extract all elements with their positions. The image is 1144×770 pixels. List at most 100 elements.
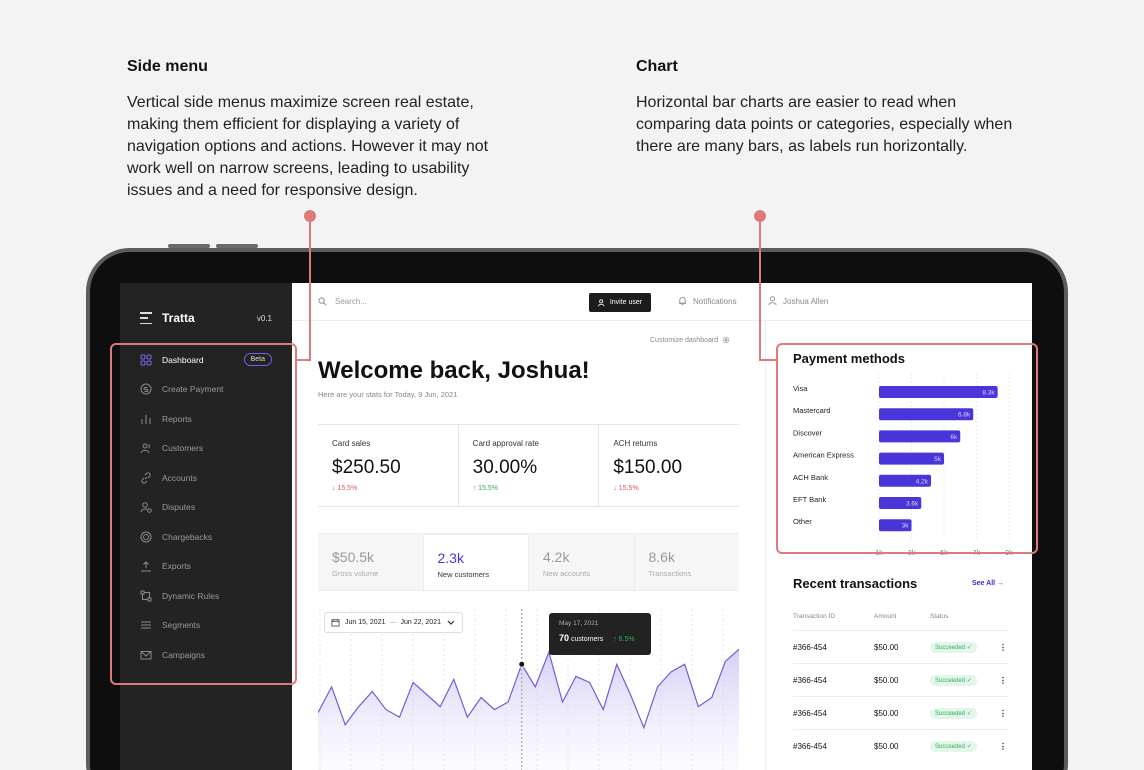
- tab-new-customers[interactable]: 2.3k New customers: [423, 534, 529, 590]
- highlight-point[interactable]: [518, 660, 526, 668]
- section-title: Recent transactions: [793, 576, 918, 591]
- tab-label: New accounts: [543, 569, 591, 578]
- transaction-amount: $50.00: [874, 675, 899, 685]
- area-chart[interactable]: [317, 609, 740, 770]
- date-from: Jun 15, 2021: [345, 619, 386, 626]
- transaction-amount: $50.00: [874, 708, 899, 718]
- callout-dot: [754, 210, 766, 222]
- stat-label: ACH returns: [613, 439, 658, 448]
- tab-value: 4.2k: [543, 549, 570, 565]
- notifications-button[interactable]: Notifications: [678, 296, 737, 306]
- tab-transactions[interactable]: 8.6k Transactions: [634, 534, 739, 590]
- search-icon: [318, 297, 327, 306]
- table-row[interactable]: #366-454 $50.00 Succeeded ✓ ⋮: [793, 729, 1008, 762]
- tooltip-date: May 17, 2021: [559, 620, 599, 627]
- transaction-id: #366-454: [793, 741, 827, 751]
- search-input[interactable]: Search...: [318, 297, 367, 306]
- more-icon[interactable]: ⋮: [998, 709, 1008, 718]
- chart-highlight: [776, 343, 1038, 554]
- date-range-picker[interactable]: Jun 15, 2021 — Jun 22, 2021: [324, 612, 463, 633]
- bell-icon: [678, 297, 687, 306]
- tab-label: Transactions: [648, 569, 692, 578]
- stat-label: Card sales: [332, 439, 371, 448]
- date-separator: —: [389, 619, 397, 626]
- area-fill: [318, 649, 739, 770]
- table-row[interactable]: #366-454 $50.00 Succeeded ✓ ⋮: [793, 630, 1008, 663]
- transaction-id: #366-454: [793, 642, 827, 652]
- status-badge: Succeeded ✓: [930, 740, 977, 752]
- page-subtitle: Here are your stats for Today, 9 Jun, 20…: [318, 390, 458, 399]
- page-title: Welcome back, Joshua!: [318, 357, 590, 384]
- annotation-body: Vertical side menus maximize screen real…: [127, 94, 489, 199]
- gear-icon: [722, 336, 730, 344]
- stat-card: Card approval rate 30.00% ↑ 15.5%: [459, 425, 600, 506]
- tab-gross-volume[interactable]: $50.5k Gross volume: [318, 534, 424, 590]
- status-badge: Succeeded ✓: [930, 641, 977, 653]
- brand: Tratta v0.1: [140, 311, 272, 325]
- column-header: Transaction ID: [793, 613, 836, 620]
- chart-tooltip: May 17, 2021 70 customers ↑ 6.5%: [549, 613, 651, 655]
- tooltip-change: ↑ 6.5%: [613, 636, 635, 643]
- annotation-title: Chart: [636, 58, 678, 75]
- user-name: Joshua Allen: [783, 296, 829, 306]
- tooltip-value: 70 customers ↑ 6.5%: [559, 633, 641, 643]
- stat-change: ↑ 15.5%: [472, 485, 498, 492]
- notifications-label: Notifications: [693, 296, 737, 306]
- app-name: Tratta: [162, 311, 195, 325]
- more-icon[interactable]: ⋮: [998, 742, 1008, 751]
- stat-card: Card sales $250.50 ↓ 15.5%: [318, 425, 459, 506]
- stat-change: ↓ 15.5%: [332, 485, 358, 492]
- customize-label: Customize dashboard: [650, 336, 719, 344]
- stat-change: ↓ 15.5%: [613, 485, 639, 492]
- stat-value: $250.50: [332, 457, 401, 478]
- stat-label: Card approval rate: [472, 439, 539, 448]
- customers-chart: Jun 15, 2021 — Jun 22, 2021 May 17, 2021…: [317, 609, 740, 770]
- tab-label: New customers: [437, 570, 490, 579]
- stat-value: $150.00: [613, 457, 683, 478]
- column-divider: [765, 321, 766, 770]
- user-menu[interactable]: Joshua Allen: [768, 296, 828, 306]
- see-all-link[interactable]: See All →: [972, 580, 1004, 587]
- user-plus-icon: [597, 298, 605, 306]
- table-row[interactable]: #366-454 $50.00 Succeeded ✓ ⋮: [793, 696, 1008, 729]
- more-icon[interactable]: ⋮: [998, 676, 1008, 685]
- callout-line: [297, 359, 311, 361]
- status-badge: Succeeded ✓: [930, 707, 977, 719]
- user-icon: [768, 296, 777, 306]
- side-menu-highlight: [110, 343, 297, 685]
- tab-value: 2.3k: [437, 550, 464, 566]
- callout-dot: [304, 210, 316, 222]
- menu-icon[interactable]: [140, 312, 152, 324]
- column-header: Status: [930, 613, 949, 620]
- search-placeholder: Search...: [335, 297, 368, 306]
- callout-line: [759, 217, 761, 361]
- stats-row: Card sales $250.50 ↓ 15.5% Card approval…: [318, 424, 739, 507]
- tab-label: Gross volume: [332, 569, 379, 578]
- topbar: Search...: [292, 283, 1032, 321]
- annotation-title: Side menu: [127, 58, 208, 75]
- calendar-icon: [331, 618, 340, 627]
- invite-user-label: Invite user: [609, 299, 643, 306]
- tab-value: 8.6k: [648, 549, 675, 565]
- chart-annotation: Chart Horizontal bar charts are easier t…: [636, 58, 1016, 158]
- app-version: v0.1: [256, 313, 272, 323]
- tab-value: $50.5k: [332, 549, 375, 565]
- metric-tabs: $50.5k Gross volume 2.3k New customers 4…: [318, 533, 739, 591]
- stat-value: 30.00%: [472, 457, 538, 478]
- annotation-body: Horizontal bar charts are easier to read…: [636, 94, 1013, 155]
- transaction-id: #366-454: [793, 708, 827, 718]
- table-header: Transaction ID Amount Status: [793, 613, 1008, 620]
- more-icon[interactable]: ⋮: [998, 643, 1008, 652]
- column-header: Amount: [874, 613, 897, 620]
- tooltip-count: 70: [559, 633, 570, 643]
- date-to: Jun 22, 2021: [400, 619, 441, 626]
- callout-line: [759, 359, 778, 361]
- customize-dashboard-button[interactable]: Customize dashboard: [650, 336, 730, 344]
- side-menu-annotation: Side menu Vertical side menus maximize s…: [127, 58, 507, 202]
- invite-user-button[interactable]: Invite user: [589, 293, 651, 312]
- table-row[interactable]: #366-454 $50.00 Succeeded ✓ ⋮: [793, 663, 1008, 696]
- callout-line: [309, 217, 311, 361]
- chevron-down-icon: [447, 620, 455, 625]
- tab-new-accounts[interactable]: 4.2k New accounts: [529, 534, 635, 590]
- transaction-amount: $50.00: [874, 642, 899, 652]
